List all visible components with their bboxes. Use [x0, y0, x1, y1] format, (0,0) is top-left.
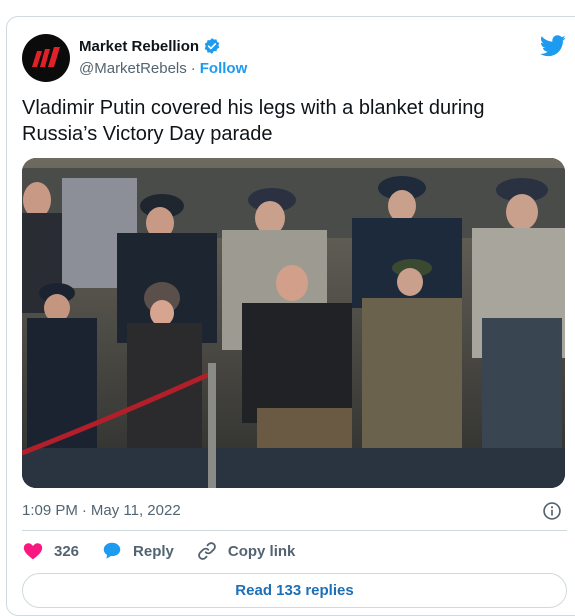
tweet-card: Market Rebellion @MarketRebels · Follow … [6, 16, 575, 616]
heart-icon [23, 543, 43, 560]
info-icon[interactable] [542, 501, 562, 521]
avatar[interactable] [22, 34, 70, 82]
author-handle[interactable]: @MarketRebels [79, 60, 187, 77]
tweet-media-image[interactable] [22, 158, 565, 488]
copy-link-label: Copy link [227, 542, 296, 560]
copy-link-button[interactable]: Copy link [196, 540, 296, 562]
verified-badge-icon [204, 38, 220, 54]
handle-separator: · [190, 60, 196, 77]
tweet-actions: 326 Reply Copy link [22, 539, 317, 563]
author-display-name[interactable]: Market Rebellion [79, 38, 199, 55]
like-button[interactable]: 326 [22, 540, 79, 562]
reply-label: Reply [133, 542, 174, 560]
timestamp-separator: · [81, 502, 87, 519]
tweet-timestamp[interactable]: 1:09 PM · May 11, 2022 [22, 502, 181, 519]
market-rebellion-logo-icon [32, 47, 60, 67]
parade-grandstand-photo [22, 158, 565, 488]
author-name-row: Market Rebellion [79, 37, 221, 55]
twitter-bird-icon[interactable] [540, 35, 566, 57]
reply-bubble-icon [103, 542, 121, 559]
read-replies-label: Read 133 replies [235, 582, 354, 599]
reply-button[interactable]: Reply [101, 540, 174, 562]
tweet-date: May 11, 2022 [90, 502, 181, 519]
follow-button[interactable]: Follow [200, 60, 248, 77]
tweet-time: 1:09 PM [22, 502, 78, 519]
link-icon [198, 542, 216, 560]
like-count: 326 [54, 542, 80, 560]
divider [22, 530, 567, 531]
tweet-text: Vladimir Putin covered his legs with a b… [22, 97, 485, 145]
author-handle-row: @MarketRebels · Follow [79, 60, 247, 77]
read-replies-button[interactable]: Read 133 replies [22, 573, 567, 608]
